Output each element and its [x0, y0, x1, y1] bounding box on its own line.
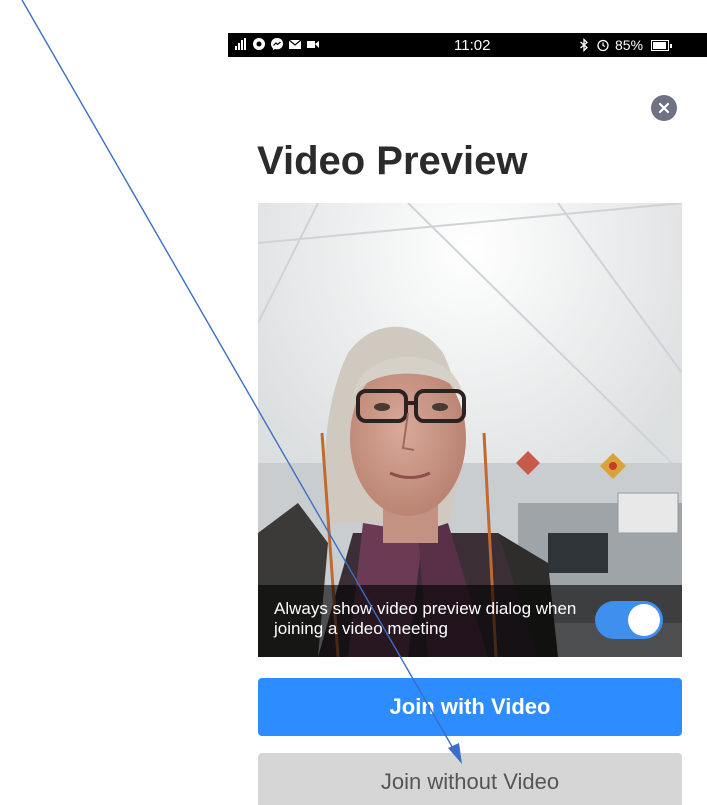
messenger-icon — [271, 38, 283, 50]
join-without-video-button[interactable]: Join without Video — [258, 753, 682, 805]
join-with-video-button[interactable]: Join with Video — [258, 678, 682, 736]
phone-screen: 11:02 85% Video Preview Always show vide… — [228, 33, 707, 805]
video-preview: Always show video preview dialog when jo… — [258, 203, 682, 657]
status-left-icons — [234, 37, 320, 51]
close-button[interactable] — [651, 95, 677, 121]
close-icon — [658, 102, 670, 114]
preview-option-text: Always show video preview dialog when jo… — [274, 599, 577, 638]
status-time: 11:02 — [454, 37, 491, 54]
bluetooth-icon — [580, 38, 588, 52]
battery-icon — [651, 39, 673, 51]
preview-option-bar: Always show video preview dialog when jo… — [258, 585, 682, 657]
mail-icon — [288, 39, 302, 49]
page-title: Video Preview — [257, 139, 528, 183]
status-right-icons: 85% — [577, 37, 673, 53]
status-bar: 11:02 85% — [228, 33, 707, 57]
always-show-preview-toggle[interactable] — [595, 601, 663, 639]
toggle-knob — [628, 604, 660, 636]
signal-icon — [235, 38, 246, 50]
battery-percent: 85% — [615, 37, 644, 53]
video-icon — [307, 41, 319, 48]
alarm-icon — [597, 39, 609, 52]
chrome-icon — [253, 38, 265, 50]
